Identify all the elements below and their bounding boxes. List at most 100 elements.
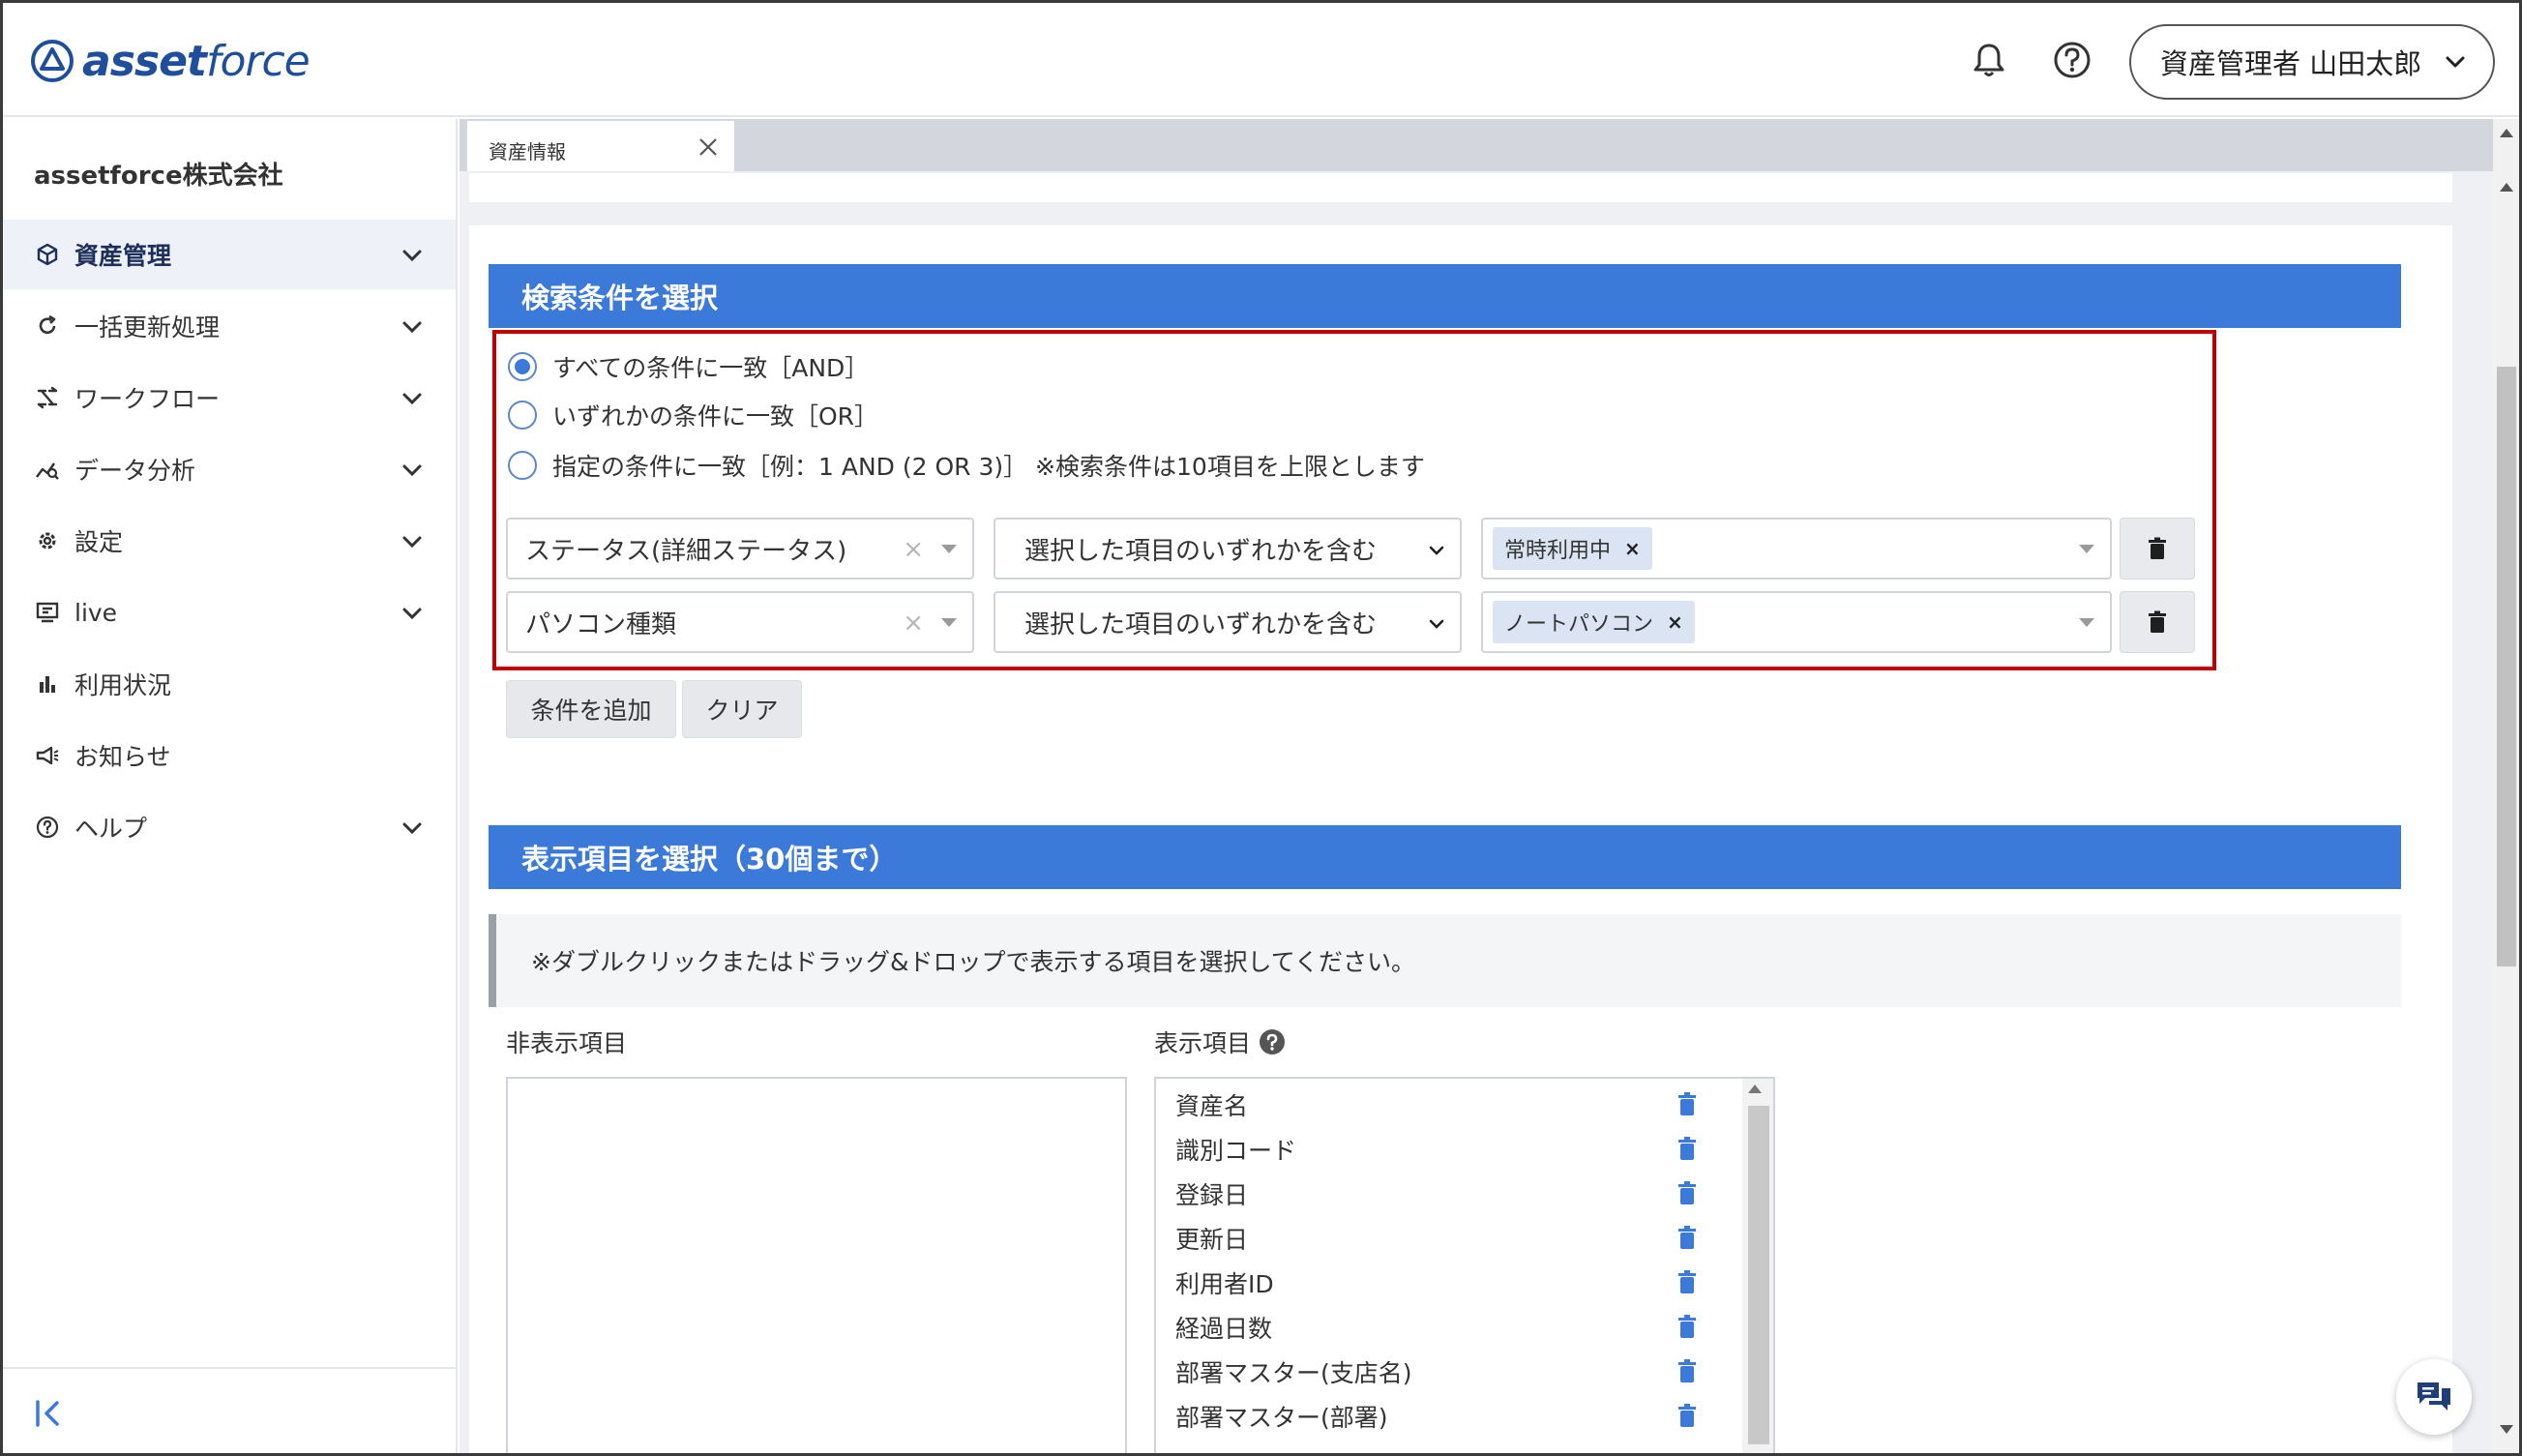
display-instruction-note: ※ダブルクリックまたはドラッグ&ドロップで表示する項目を選択してください。 bbox=[489, 914, 2401, 1007]
sidebar-item-label: 設定 bbox=[74, 528, 124, 556]
item-label: 更新日 bbox=[1175, 1226, 1249, 1254]
sidebar-item-data-analysis[interactable]: データ分析 bbox=[3, 434, 456, 504]
help-icon[interactable] bbox=[2050, 38, 2094, 82]
sidebar-item-label: 一括更新処理 bbox=[74, 313, 221, 342]
sidebar-item-news[interactable]: お知らせ bbox=[3, 721, 456, 790]
sidebar-item-label: 資産管理 bbox=[74, 242, 172, 270]
match-option-custom[interactable]: 指定の条件に一致［例：1 AND (2 OR 3)］ ※検索条件は10項目を上限… bbox=[508, 448, 1425, 483]
condition-field-select[interactable]: パソコン種類 × bbox=[506, 591, 974, 653]
sidebar-item-workflow[interactable]: ワークフロー bbox=[3, 363, 456, 432]
chevron-down-icon bbox=[402, 321, 422, 334]
condition-field-select[interactable]: ステータス(詳細ステータス) × bbox=[506, 518, 974, 579]
sidebar-item-label: 利用状況 bbox=[74, 671, 172, 699]
sidebar-item-usage[interactable]: 利用状況 bbox=[3, 649, 456, 719]
chat-icon bbox=[2418, 1382, 2450, 1411]
search-section-header: 検索条件を選択 bbox=[489, 264, 2401, 328]
scroll-up-arrow-icon[interactable] bbox=[2500, 129, 2513, 137]
list-item[interactable]: 資産名 bbox=[1175, 1083, 1717, 1127]
delete-condition-button[interactable] bbox=[2120, 518, 2195, 579]
shown-items-list[interactable]: 資産名 識別コード 登録日 更新日 利用者ID 経過日数 部署マスター(支店名)… bbox=[1154, 1077, 1775, 1453]
trash-icon[interactable] bbox=[1676, 1314, 1698, 1339]
list-item[interactable]: 部署マスター(部署) bbox=[1175, 1394, 1717, 1439]
match-option-or[interactable]: いずれかの条件に一致［OR］ bbox=[508, 398, 878, 432]
list-item[interactable]: 登録日 bbox=[1175, 1172, 1717, 1216]
question-circle-icon[interactable] bbox=[1259, 1028, 1286, 1055]
condition-operator-select[interactable]: 選択した項目のいずれかを含む bbox=[994, 518, 1462, 579]
condition-value-select[interactable]: 常時利用中 × bbox=[1481, 518, 2112, 579]
condition-operator-select[interactable]: 選択した項目のいずれかを含む bbox=[994, 591, 1462, 653]
chevron-down-icon bbox=[1429, 546, 1444, 555]
app-window: assetforce 資産管理者 山田太郎 assetforce株式会社 資産管… bbox=[0, 0, 2522, 1456]
tag-label: 常時利用中 bbox=[1504, 539, 1612, 563]
list-item[interactable]: 識別コード bbox=[1175, 1127, 1717, 1172]
radio-button[interactable] bbox=[508, 401, 537, 430]
main-content: 資産情報 検索条件を選択 すべての条件に一致［AND］ いずれかの条件に一致［O… bbox=[460, 119, 2501, 1453]
chevron-down-icon bbox=[402, 250, 422, 262]
trash-icon[interactable] bbox=[1676, 1358, 1698, 1383]
scroll-up-arrow-icon[interactable] bbox=[1748, 1085, 1762, 1093]
tab-asset-info[interactable]: 資産情報 bbox=[467, 121, 734, 171]
delete-condition-button[interactable] bbox=[2120, 591, 2195, 653]
scroll-up-arrow-icon[interactable] bbox=[2500, 183, 2513, 192]
sidebar-item-label: お知らせ bbox=[74, 743, 171, 771]
clear-icon[interactable]: × bbox=[903, 535, 924, 564]
collapse-sidebar-icon[interactable] bbox=[32, 1396, 67, 1431]
operator-value: 選択した項目のいずれかを含む bbox=[1024, 609, 1378, 639]
scroll-down-arrow-icon[interactable] bbox=[2500, 1425, 2513, 1434]
trash-icon[interactable] bbox=[1676, 1180, 1698, 1205]
trash-icon[interactable] bbox=[1676, 1225, 1698, 1250]
workflow-icon bbox=[34, 384, 61, 411]
sidebar-item-bulk-update[interactable]: 一括更新処理 bbox=[3, 291, 456, 361]
clear-button[interactable]: クリア bbox=[682, 680, 802, 738]
tab-bar: 資産情報 bbox=[460, 119, 2501, 171]
label-text: 非表示項目 bbox=[506, 1029, 628, 1057]
sidebar-item-label: live bbox=[74, 598, 118, 627]
note-text: ※ダブルクリックまたはドラッグ&ドロップで表示する項目を選択してください。 bbox=[531, 948, 1415, 976]
list-item[interactable]: 経過日数 bbox=[1175, 1305, 1717, 1350]
bell-icon[interactable] bbox=[1967, 38, 2011, 82]
value-tag: ノートパソコン × bbox=[1493, 601, 1695, 643]
sidebar-item-live[interactable]: live bbox=[3, 578, 456, 647]
trash-icon[interactable] bbox=[1676, 1091, 1698, 1116]
sidebar-item-asset-management[interactable]: 資産管理 bbox=[3, 220, 456, 289]
list-item[interactable]: 更新日 bbox=[1175, 1216, 1717, 1261]
chat-button[interactable] bbox=[2396, 1359, 2472, 1435]
logo-text: assetforce bbox=[82, 36, 311, 86]
assetforce-logo[interactable]: assetforce bbox=[30, 36, 311, 86]
remove-tag-icon[interactable]: × bbox=[1624, 537, 1641, 560]
add-condition-button[interactable]: 条件を追加 bbox=[506, 680, 676, 738]
radio-label: 指定の条件に一致［例：1 AND (2 OR 3)］ ※検索条件は10項目を上限… bbox=[552, 453, 1425, 481]
condition-value-select[interactable]: ノートパソコン × bbox=[1481, 591, 2112, 653]
user-menu-button[interactable]: 資産管理者 山田太郎 bbox=[2129, 24, 2495, 100]
trash-icon[interactable] bbox=[1676, 1136, 1698, 1161]
trash-icon bbox=[2149, 537, 2166, 559]
tab-label: 資産情報 bbox=[489, 140, 566, 163]
hidden-items-label: 非表示項目 bbox=[506, 1025, 627, 1059]
page-scrollbar-thumb[interactable] bbox=[2497, 367, 2516, 966]
trash-icon[interactable] bbox=[1676, 1269, 1698, 1294]
section-title: 表示項目を選択（30個まで） bbox=[521, 843, 898, 876]
radio-button[interactable] bbox=[508, 451, 537, 480]
remove-tag-icon[interactable]: × bbox=[1667, 610, 1683, 634]
box-icon bbox=[34, 241, 61, 268]
page-scrollbar[interactable] bbox=[2493, 119, 2519, 1453]
item-label: 部署マスター(支店名) bbox=[1175, 1359, 1412, 1387]
list-item[interactable]: 部署マスター(支店名) bbox=[1175, 1350, 1717, 1394]
item-label: 登録日 bbox=[1175, 1181, 1249, 1209]
list-item[interactable]: 利用者ID bbox=[1175, 1261, 1717, 1305]
item-label: 資産名 bbox=[1175, 1092, 1249, 1120]
sidebar-item-settings[interactable]: 設定 bbox=[3, 506, 456, 576]
radio-label: すべての条件に一致［AND］ bbox=[552, 354, 870, 382]
section-title: 検索条件を選択 bbox=[521, 282, 719, 314]
trash-icon[interactable] bbox=[1676, 1403, 1698, 1428]
hidden-items-list[interactable] bbox=[506, 1077, 1127, 1453]
close-icon[interactable] bbox=[697, 136, 719, 158]
sidebar-item-help[interactable]: ヘルプ bbox=[3, 792, 456, 862]
match-option-and[interactable]: すべての条件に一致［AND］ bbox=[508, 349, 869, 384]
user-name: 資産管理者 山田太郎 bbox=[2160, 47, 2422, 80]
radio-button[interactable] bbox=[508, 352, 537, 381]
refresh-icon bbox=[34, 312, 61, 340]
list-scrollbar-thumb[interactable] bbox=[1748, 1106, 1769, 1444]
chevron-down-icon bbox=[402, 393, 422, 405]
clear-icon[interactable]: × bbox=[903, 609, 924, 638]
